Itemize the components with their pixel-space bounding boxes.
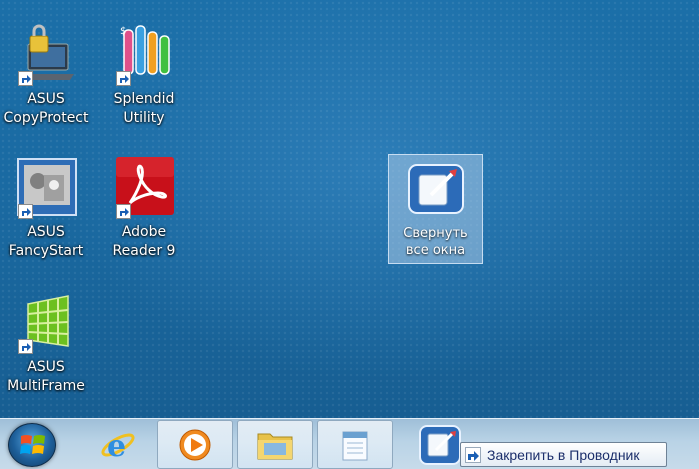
icon-label-line1: ASUS (27, 224, 65, 240)
shortcut-arrow-icon (18, 204, 33, 219)
shortcut-arrow-icon (465, 446, 481, 463)
icon-label-line2: Reader 9 (112, 243, 176, 259)
desktop-icon-asus-multiframe[interactable]: ASUS MultiFrame (0, 290, 94, 396)
desktop-icon-show-desktop-selected[interactable]: Свернуть все окна (388, 154, 483, 264)
shortcut-arrow-icon (18, 339, 33, 354)
shortcut-arrow-icon (116, 204, 131, 219)
taskbar-item-media-player[interactable] (157, 420, 233, 469)
taskbar-item-explorer[interactable] (237, 420, 313, 469)
svg-text:e: e (107, 429, 126, 464)
desktop-icon-asus-copyprotect[interactable]: ASUS CopyProtect (0, 22, 94, 128)
icon-label-line2: CopyProtect (3, 110, 89, 126)
icon-label-line2: все окна (405, 243, 466, 258)
svg-text:$: $ (120, 26, 126, 37)
icon-label-line2: FancyStart (8, 243, 84, 259)
icon-label-line1: Splendid (113, 91, 175, 107)
shortcut-arrow-icon (116, 71, 131, 86)
notepad-icon (342, 431, 368, 460)
icon-label-line1: Свернуть (403, 226, 468, 241)
desktop-icon-splendid-utility[interactable]: $ Splendid Utility (96, 22, 192, 128)
tooltip-pin-to-explorer: Закрепить в Проводник (460, 442, 667, 467)
folder-icon (257, 433, 293, 459)
adobe-reader-icon (112, 155, 176, 219)
tooltip-text: Закрепить в Проводник (487, 446, 640, 463)
laptop-lock-icon (14, 22, 78, 86)
icon-label-line2: Utility (123, 110, 165, 126)
icon-label-line1: Adobe (121, 224, 167, 240)
show-desktop-icon (405, 159, 467, 221)
multiframe-grid-icon (14, 290, 78, 354)
desktop-icon-adobe-reader[interactable]: Adobe Reader 9 (96, 155, 192, 261)
icon-label-line2: MultiFrame (7, 378, 85, 394)
taskbar-item-notepad[interactable] (317, 420, 393, 469)
icon-label-line1: ASUS (27, 91, 65, 107)
media-player-icon (179, 429, 211, 460)
icon-label-line1: ASUS (27, 359, 65, 375)
windows-start-orb[interactable] (8, 423, 56, 467)
taskbar-item-internet-explorer[interactable]: e (80, 420, 156, 469)
desktop-icon-asus-fancystart[interactable]: ASUS FancyStart (0, 155, 94, 261)
show-desktop-icon (419, 424, 461, 465)
ie-icon: e (101, 429, 135, 464)
test-tubes-icon: $ (112, 22, 176, 86)
shortcut-arrow-icon (18, 71, 33, 86)
photo-icon (14, 155, 78, 219)
desktop: ASUS CopyProtect $ Splendid Utility ASUS… (0, 0, 699, 418)
